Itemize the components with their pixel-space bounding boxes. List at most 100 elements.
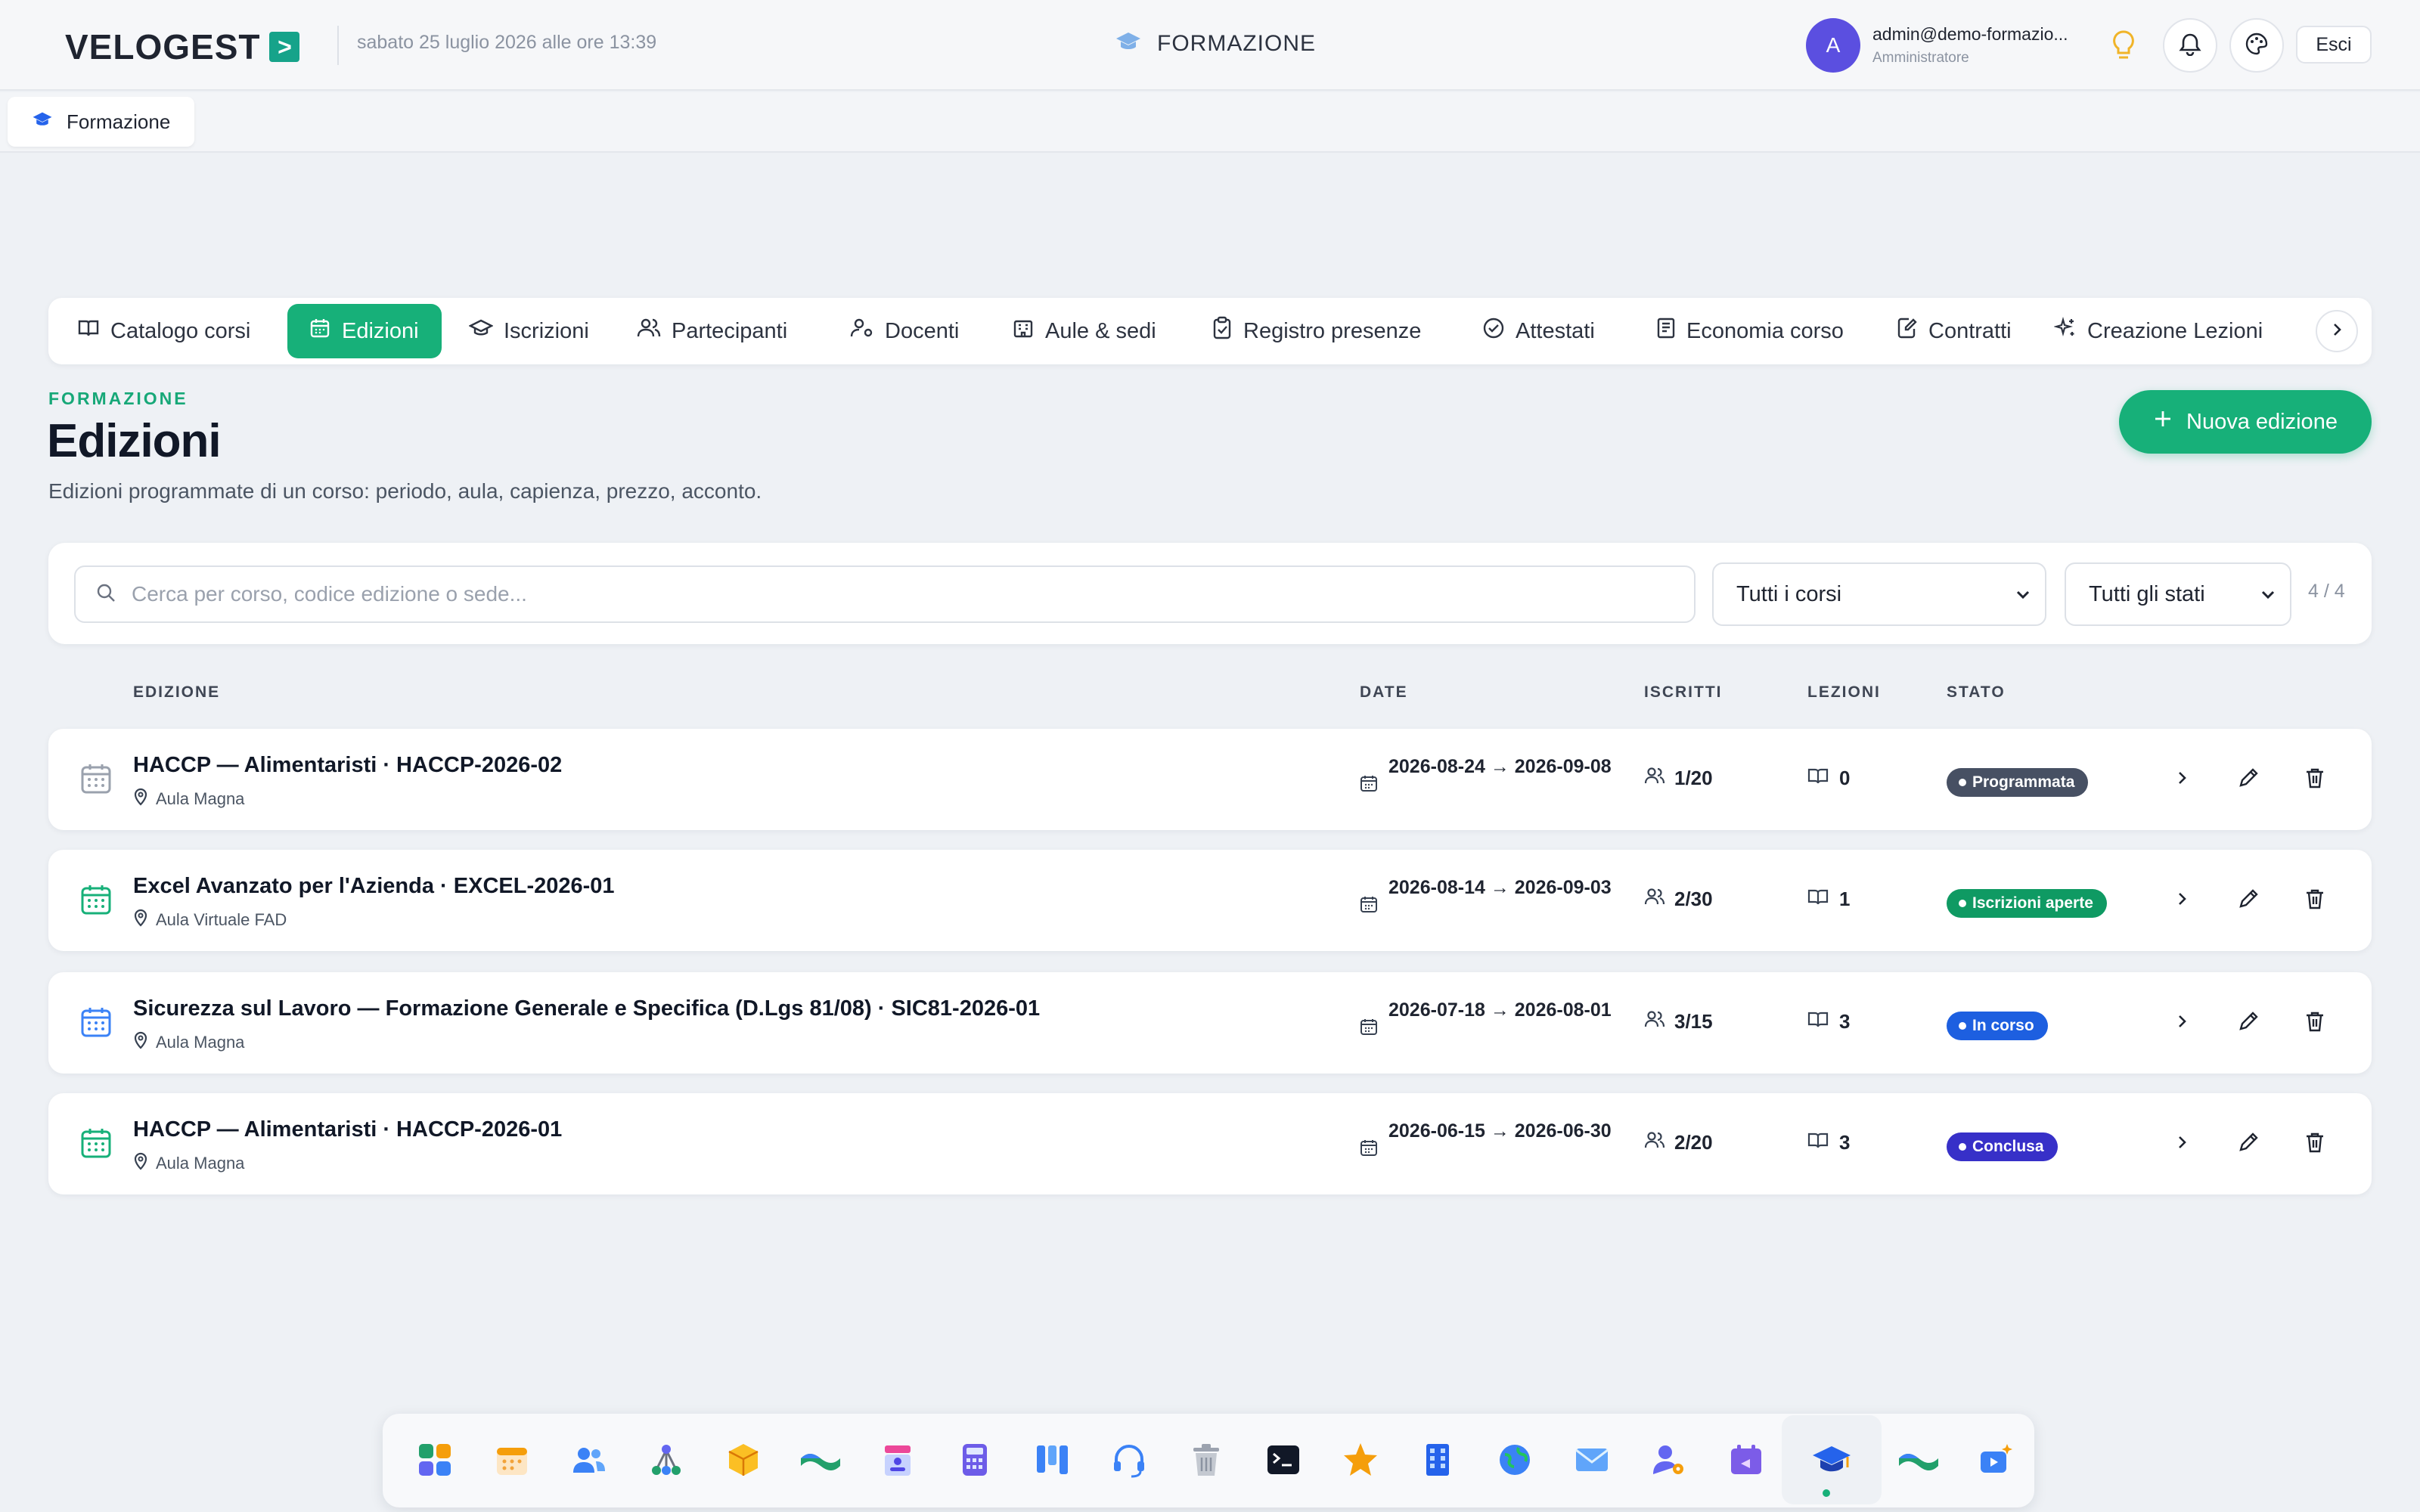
nav-label: Docenti — [885, 318, 960, 343]
users-icon — [637, 317, 661, 345]
table-row[interactable]: Sicurezza sul Lavoro — Formazione Genera… — [48, 972, 2372, 1074]
nav-aule-sedi[interactable]: Aule & sedi — [991, 304, 1177, 358]
file-edit-icon — [1897, 317, 1918, 345]
headset-icon[interactable] — [1104, 1435, 1154, 1485]
status-filter-select[interactable]: Tutti gli stati — [2065, 562, 2291, 626]
edition-dates: 2026-06-15 → 2026-06-30 — [1360, 1119, 1612, 1160]
chevron-down-icon — [2015, 582, 2031, 607]
lightbulb-icon[interactable] — [2108, 27, 2139, 67]
nav-label: Aule & sedi — [1045, 318, 1156, 343]
delete-edition-button[interactable] — [2294, 1123, 2335, 1164]
avatar[interactable]: A — [1806, 18, 1860, 73]
nav-economia-corso[interactable]: Economia corso — [1635, 304, 1865, 358]
nav-creazione-lezioni[interactable]: Creazione Lezioni — [2033, 304, 2284, 358]
status-dot — [1959, 1143, 1966, 1151]
handshake-icon[interactable] — [796, 1435, 845, 1485]
column-header-iscritti: ISCRITTI — [1644, 683, 1723, 701]
enrolled-value: 2/20 — [1674, 1131, 1713, 1154]
table-row[interactable]: HACCP — Alimentaristi · HACCP-2026-01 Aul… — [48, 1093, 2372, 1194]
notifications-button[interactable] — [2163, 18, 2217, 73]
network-icon[interactable] — [641, 1435, 691, 1485]
course-filter-select[interactable]: Tutti i corsi — [1712, 562, 2046, 626]
kanban-icon[interactable] — [1027, 1435, 1077, 1485]
users-icon — [1644, 767, 1665, 790]
nav-docenti[interactable]: Docenti — [829, 304, 980, 358]
video-sparkle-icon[interactable] — [1971, 1435, 2021, 1485]
people-icon[interactable] — [564, 1435, 614, 1485]
nav-scroll-right-button[interactable] — [2316, 310, 2358, 352]
delete-edition-button[interactable] — [2294, 1002, 2335, 1043]
current-datetime: sabato 25 luglio 2026 alle ore 13:39 — [357, 32, 657, 53]
users-icon — [1644, 888, 1665, 911]
graduation-cap-icon — [468, 318, 494, 345]
check-circle-icon — [1482, 317, 1505, 345]
edit-edition-button[interactable] — [2228, 759, 2269, 800]
edition-location: Aula Magna — [133, 1031, 244, 1054]
calendar-clock-icon[interactable] — [1721, 1435, 1771, 1485]
office-building-icon[interactable] — [1413, 1435, 1463, 1485]
calendar-icon — [80, 1005, 112, 1043]
edit-edition-button[interactable] — [2228, 1123, 2269, 1164]
location-label: Aula Virtuale FAD — [156, 910, 287, 929]
date-range: 2026-08-24 → 2026-09-08 — [1388, 756, 1612, 777]
search-field[interactable] — [74, 565, 1696, 623]
chevron-right-icon — [2330, 321, 2344, 342]
clipboard-check-icon — [1212, 316, 1233, 346]
new-edition-button[interactable]: Nuova edizione — [2119, 390, 2372, 454]
nav-label: Contratti — [1928, 318, 2012, 343]
app-logo[interactable]: VELOGEST > — [65, 26, 300, 68]
search-input[interactable] — [132, 582, 1644, 606]
chevron-right-icon — [2175, 1013, 2189, 1033]
edit-edition-button[interactable] — [2228, 1002, 2269, 1043]
globe-icon[interactable] — [1490, 1435, 1540, 1485]
edition-title[interactable]: HACCP — Alimentaristi · HACCP-2026-02 — [133, 753, 562, 778]
handshake-icon[interactable] — [1894, 1435, 1944, 1485]
book-open-icon — [1807, 767, 1829, 790]
nav-label: Edizioni — [342, 318, 419, 343]
edition-dates: 2026-07-18 → 2026-08-01 — [1360, 998, 1612, 1040]
tab-formazione[interactable]: Formazione — [8, 97, 195, 147]
nav-catalogo-corsi[interactable]: Catalogo corsi — [56, 304, 271, 358]
trash-icon[interactable] — [1181, 1435, 1231, 1485]
date-range: 2026-06-15 → 2026-06-30 — [1388, 1120, 1612, 1142]
calendar-icon[interactable] — [487, 1435, 537, 1485]
open-edition-button[interactable] — [2161, 759, 2202, 800]
theme-button[interactable] — [2229, 18, 2284, 73]
nav-partecipanti[interactable]: Partecipanti — [616, 304, 808, 358]
logout-button[interactable]: Esci — [2296, 26, 2372, 64]
delete-edition-button[interactable] — [2294, 880, 2335, 921]
book-icon — [77, 317, 100, 345]
graduation-cap-icon[interactable] — [1807, 1435, 1857, 1485]
table-row[interactable]: HACCP — Alimentaristi · HACCP-2026-02 Aul… — [48, 729, 2372, 830]
nav-registro-presenze[interactable]: Registro presenze — [1190, 304, 1442, 358]
active-app-indicator — [1823, 1489, 1830, 1497]
status-label: Programmata — [1972, 773, 2075, 791]
pencil-icon — [2237, 767, 2260, 793]
edit-edition-button[interactable] — [2228, 880, 2269, 921]
table-row[interactable]: Excel Avanzato per l'Azienda · EXCEL-202… — [48, 850, 2372, 951]
open-edition-button[interactable] — [2161, 1002, 2202, 1043]
calculator-icon[interactable] — [950, 1435, 1000, 1485]
contact-card-icon[interactable] — [873, 1435, 923, 1485]
nav-edizioni[interactable]: Edizioni — [287, 304, 442, 358]
star-icon[interactable] — [1336, 1435, 1385, 1485]
nav-iscrizioni[interactable]: Iscrizioni — [448, 304, 610, 358]
package-icon[interactable] — [718, 1435, 768, 1485]
open-edition-button[interactable] — [2161, 880, 2202, 921]
mail-icon[interactable] — [1567, 1435, 1617, 1485]
nav-label: Iscrizioni — [504, 318, 589, 343]
apps-grid-icon[interactable] — [410, 1435, 460, 1485]
pencil-icon — [2237, 1010, 2260, 1036]
nav-attestati[interactable]: Attestati — [1461, 304, 1616, 358]
open-edition-button[interactable] — [2161, 1123, 2202, 1164]
user-email[interactable]: admin@demo-formazio... — [1872, 24, 2092, 45]
calendar-icon — [309, 317, 331, 345]
delete-edition-button[interactable] — [2294, 759, 2335, 800]
graduation-cap-icon — [32, 110, 53, 134]
edition-title[interactable]: Sicurezza sul Lavoro — Formazione Genera… — [133, 996, 1040, 1021]
user-settings-icon[interactable] — [1644, 1435, 1694, 1485]
edition-title[interactable]: Excel Avanzato per l'Azienda · EXCEL-202… — [133, 874, 615, 899]
edition-title[interactable]: HACCP — Alimentaristi · HACCP-2026-01 — [133, 1117, 562, 1142]
terminal-icon[interactable] — [1258, 1435, 1308, 1485]
nav-contratti[interactable]: Contratti — [1876, 304, 2033, 358]
